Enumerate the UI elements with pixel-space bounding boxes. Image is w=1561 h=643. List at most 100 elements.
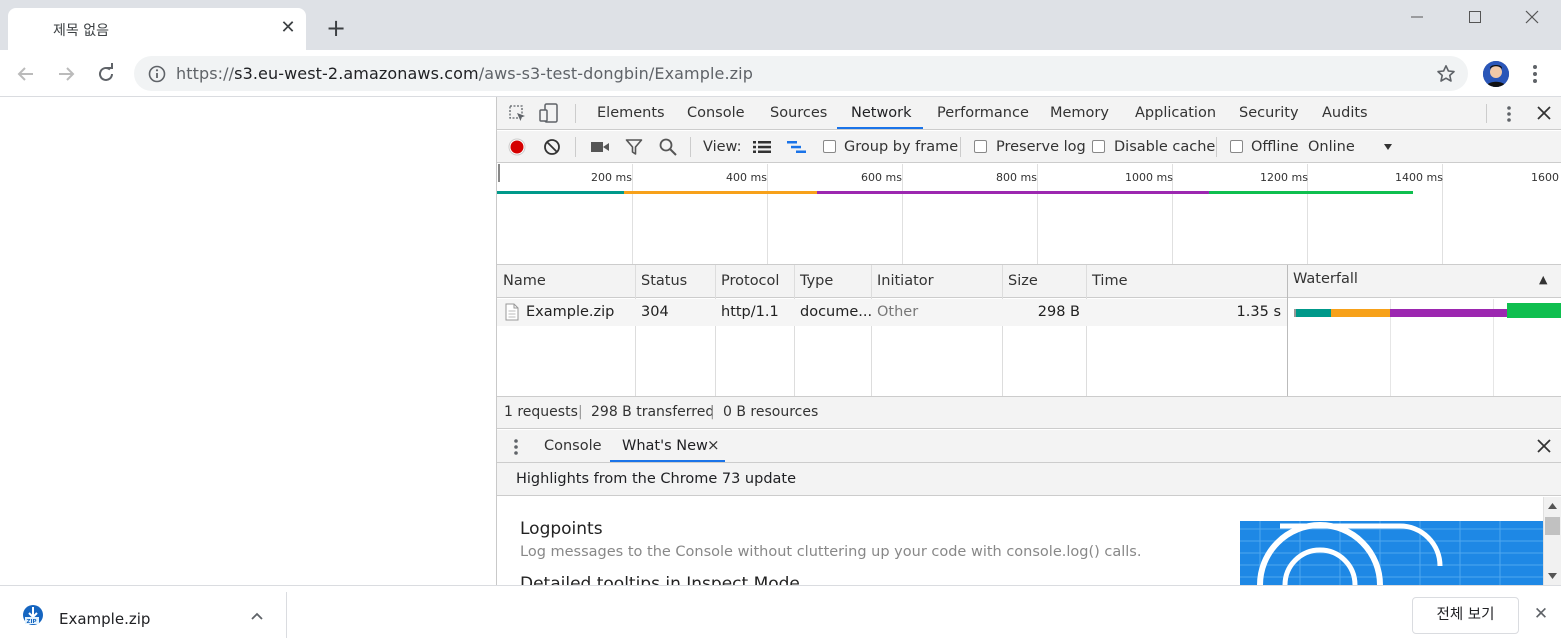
device-toolbar-icon[interactable] bbox=[539, 103, 559, 123]
download-item[interactable]: ZIP Example.zip bbox=[0, 586, 286, 643]
url-text[interactable]: https://s3.eu-west-2.amazonaws.com/aws-s… bbox=[176, 64, 753, 83]
offline-label: Offline bbox=[1251, 139, 1299, 155]
next-feature-heading[interactable]: Detailed tooltips in Inspect Mode bbox=[520, 574, 800, 585]
separator bbox=[575, 137, 576, 157]
tab-application[interactable]: Application bbox=[1135, 97, 1216, 129]
document-icon bbox=[505, 303, 519, 321]
drawer-tab-close-icon[interactable]: × bbox=[707, 429, 720, 461]
clear-icon[interactable] bbox=[543, 138, 561, 156]
tab-console[interactable]: Console bbox=[687, 97, 745, 129]
devtools-tabbar: Elements Console Sources Network Perform… bbox=[497, 97, 1561, 130]
tab-performance[interactable]: Performance bbox=[937, 97, 1029, 129]
column-name[interactable]: Name bbox=[503, 265, 546, 298]
preserve-log-checkbox[interactable] bbox=[974, 140, 987, 153]
url-path: /aws-s3-test-dongbin/Example.zip bbox=[478, 64, 753, 83]
show-all-downloads-button[interactable]: 전체 보기 bbox=[1412, 597, 1519, 634]
group-by-frame-checkbox[interactable] bbox=[823, 140, 836, 153]
drawer-tabbar: Console What's New × bbox=[497, 430, 1561, 463]
tab-sources[interactable]: Sources bbox=[770, 97, 827, 129]
scroll-up-icon[interactable] bbox=[1548, 502, 1557, 509]
back-button[interactable] bbox=[14, 62, 38, 86]
column-type[interactable]: Type bbox=[800, 265, 833, 298]
separator bbox=[575, 104, 576, 123]
view-label: View: bbox=[703, 139, 742, 155]
offline-checkbox[interactable] bbox=[1230, 140, 1243, 153]
devtools-panel: Elements Console Sources Network Perform… bbox=[496, 97, 1561, 585]
bookmark-star-icon[interactable] bbox=[1436, 64, 1456, 84]
minimize-button[interactable] bbox=[1388, 0, 1446, 34]
whats-new-header: Highlights from the Chrome 73 update bbox=[497, 463, 1561, 496]
devtools-menu-icon[interactable] bbox=[1503, 104, 1515, 124]
tab-memory[interactable]: Memory bbox=[1050, 97, 1109, 129]
column-status[interactable]: Status bbox=[641, 265, 687, 298]
drawer-menu-icon[interactable] bbox=[511, 437, 521, 457]
active-drawer-tab-indicator bbox=[610, 460, 725, 462]
svg-text:ZIP: ZIP bbox=[27, 619, 37, 625]
overview-gridline bbox=[632, 164, 633, 264]
summary-resources: 0 B resources bbox=[723, 404, 819, 420]
forward-arrow-icon bbox=[59, 67, 75, 81]
url-scheme: https:// bbox=[176, 64, 235, 83]
reload-button[interactable] bbox=[94, 62, 118, 86]
devtools-close-icon[interactable] bbox=[1537, 106, 1551, 120]
info-icon[interactable] bbox=[148, 65, 166, 83]
separator bbox=[1216, 137, 1217, 157]
window-close-icon bbox=[1525, 10, 1539, 24]
window-close-button[interactable] bbox=[1503, 0, 1561, 34]
maximize-button[interactable] bbox=[1446, 0, 1504, 34]
tab-audits[interactable]: Audits bbox=[1322, 97, 1368, 129]
throttling-select[interactable]: Online bbox=[1308, 131, 1355, 163]
group-by-frame-label: Group by frame bbox=[844, 139, 959, 155]
request-name[interactable]: Example.zip bbox=[526, 299, 614, 326]
feature-heading[interactable]: Logpoints bbox=[520, 519, 603, 539]
chevron-down-icon[interactable] bbox=[1383, 142, 1393, 152]
close-shelf-icon[interactable]: ✕ bbox=[1532, 603, 1550, 625]
column-waterfall[interactable]: Waterfall bbox=[1293, 263, 1358, 296]
record-icon[interactable] bbox=[508, 138, 526, 156]
page-viewport bbox=[0, 97, 496, 585]
column-divider bbox=[1086, 265, 1087, 396]
overview-bar-connect bbox=[624, 191, 817, 194]
column-initiator[interactable]: Initiator bbox=[877, 265, 934, 298]
tab-network[interactable]: Network bbox=[851, 97, 912, 129]
search-icon[interactable] bbox=[659, 138, 677, 156]
drawer-tab-whats-new[interactable]: What's New bbox=[622, 430, 708, 462]
forward-button[interactable] bbox=[54, 62, 78, 86]
tab-elements[interactable]: Elements bbox=[597, 97, 665, 129]
inspect-element-icon[interactable] bbox=[509, 105, 527, 123]
scrollbar-track[interactable] bbox=[1543, 497, 1561, 585]
column-time[interactable]: Time bbox=[1092, 265, 1128, 298]
zip-file-icon: ZIP bbox=[23, 605, 43, 625]
request-protocol: http/1.1 bbox=[721, 304, 779, 320]
large-rows-icon[interactable] bbox=[753, 140, 771, 154]
feature-description: Log messages to the Console without clut… bbox=[520, 544, 1142, 560]
sort-ascending-icon[interactable]: ▲ bbox=[1539, 263, 1547, 296]
drawer-close-icon[interactable] bbox=[1537, 439, 1551, 453]
chrome-menu-icon[interactable] bbox=[1527, 62, 1543, 86]
capture-screenshots-icon[interactable] bbox=[590, 139, 610, 155]
scroll-down-icon[interactable] bbox=[1548, 573, 1557, 580]
chevron-up-icon[interactable] bbox=[251, 612, 263, 620]
drawer-tab-console[interactable]: Console bbox=[544, 430, 602, 462]
tab-close-icon[interactable]: ✕ bbox=[278, 18, 298, 38]
request-size: 298 B bbox=[1037, 304, 1080, 320]
profile-avatar[interactable] bbox=[1483, 61, 1509, 87]
download-shelf: ZIP Example.zip 전체 보기 ✕ bbox=[0, 585, 1561, 643]
address-bar[interactable]: https://s3.eu-west-2.amazonaws.com/aws-s… bbox=[134, 56, 1468, 91]
summary-separator: | bbox=[710, 404, 715, 420]
overview-tick: 1400 ms bbox=[1395, 171, 1443, 184]
filter-icon[interactable] bbox=[625, 138, 643, 156]
scrollbar-thumb[interactable] bbox=[1545, 517, 1560, 535]
waterfall-overview-icon[interactable] bbox=[787, 140, 807, 154]
disable-cache-checkbox[interactable] bbox=[1092, 140, 1105, 153]
column-size[interactable]: Size bbox=[1008, 265, 1038, 298]
overview-bar-stalled bbox=[497, 191, 624, 194]
overview-bar-waiting bbox=[817, 191, 1209, 194]
browser-tab[interactable]: 제목 없음 ✕ bbox=[8, 8, 306, 50]
column-protocol[interactable]: Protocol bbox=[721, 265, 779, 298]
preserve-log-label: Preserve log bbox=[996, 139, 1086, 155]
new-tab-button[interactable]: + bbox=[322, 14, 350, 42]
network-summary: 1 requests | 298 B transferred | 0 B res… bbox=[497, 396, 1561, 429]
column-divider bbox=[715, 265, 716, 396]
tab-security[interactable]: Security bbox=[1239, 97, 1299, 129]
